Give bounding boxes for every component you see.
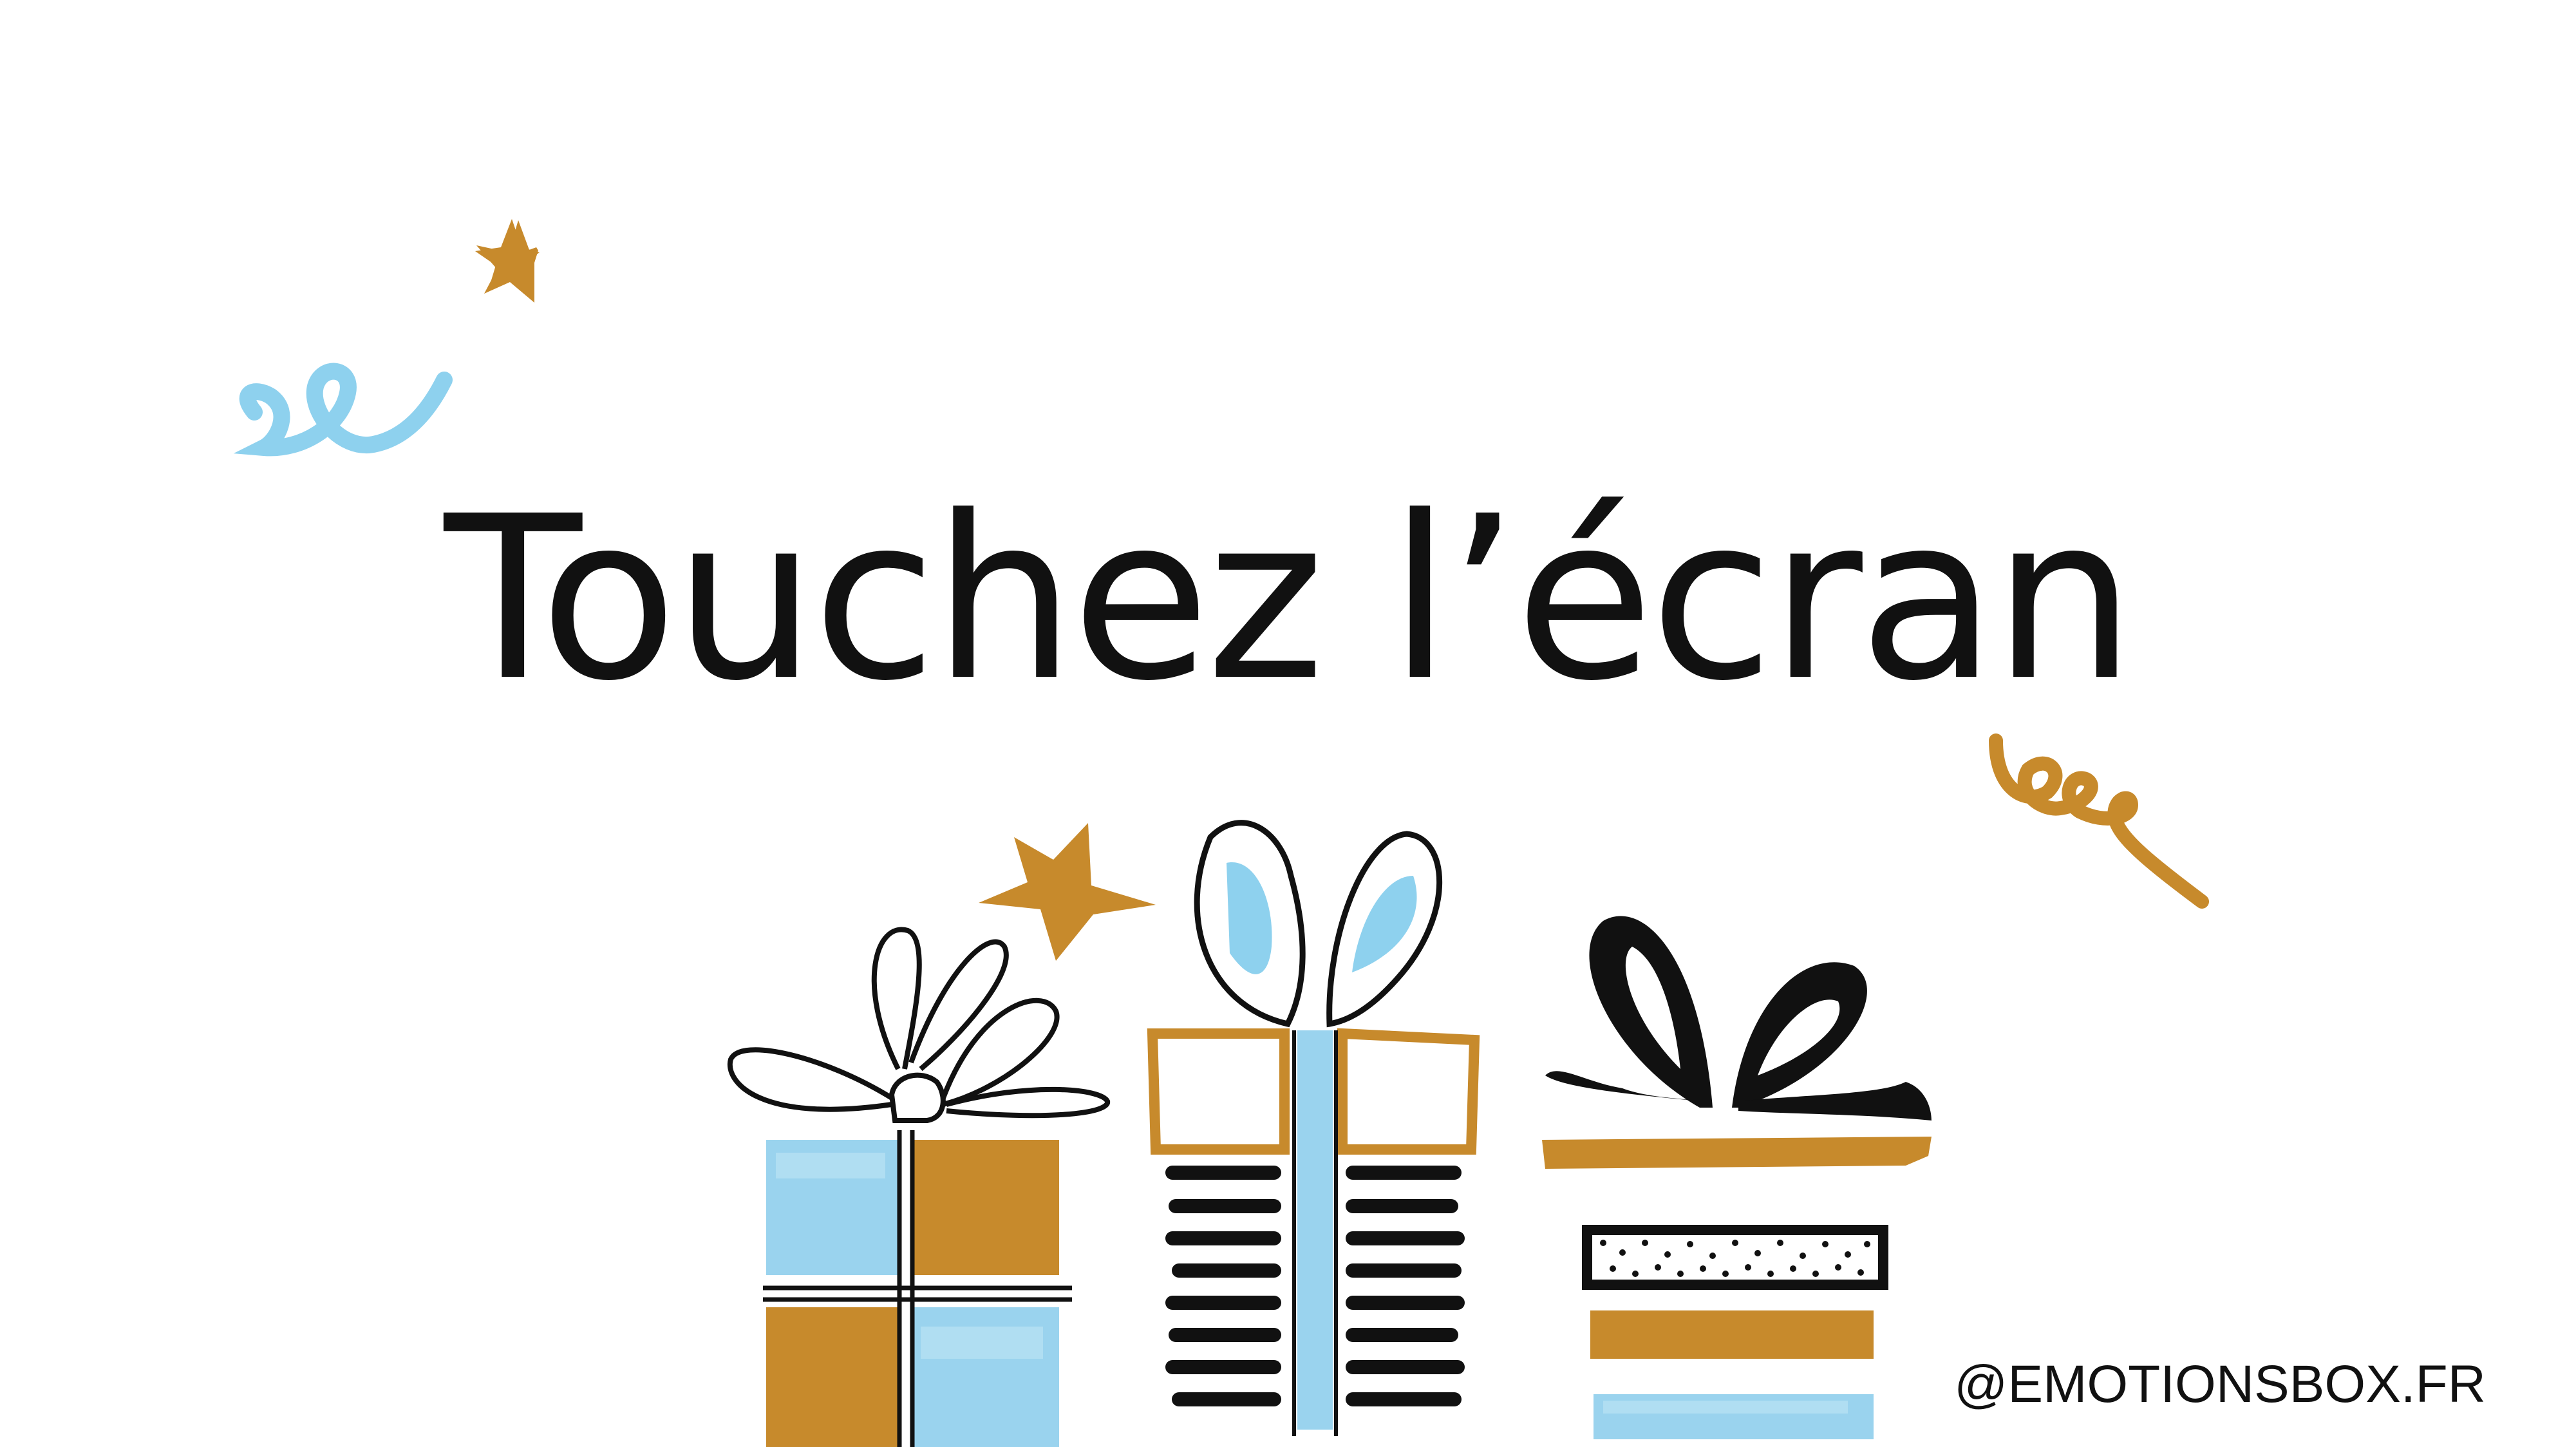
touch-prompt-headline: Touchez l’écran [444,468,2136,730]
star-icon-large [979,823,1156,961]
gift-box-icon-right [1542,916,1932,1439]
ribbon-swirl-icon [233,363,453,457]
social-handle: @EMOTIONSBOX.FR [1954,1355,2486,1414]
ribbon-swirl-icon-gold [1989,733,2209,909]
gift-box-icon-middle [1147,820,1480,1436]
touch-screen[interactable]: Touchez l’écran @EMOTIONSBOX.FR [0,0,2576,1447]
gift-box-icon-left [727,927,1111,1447]
